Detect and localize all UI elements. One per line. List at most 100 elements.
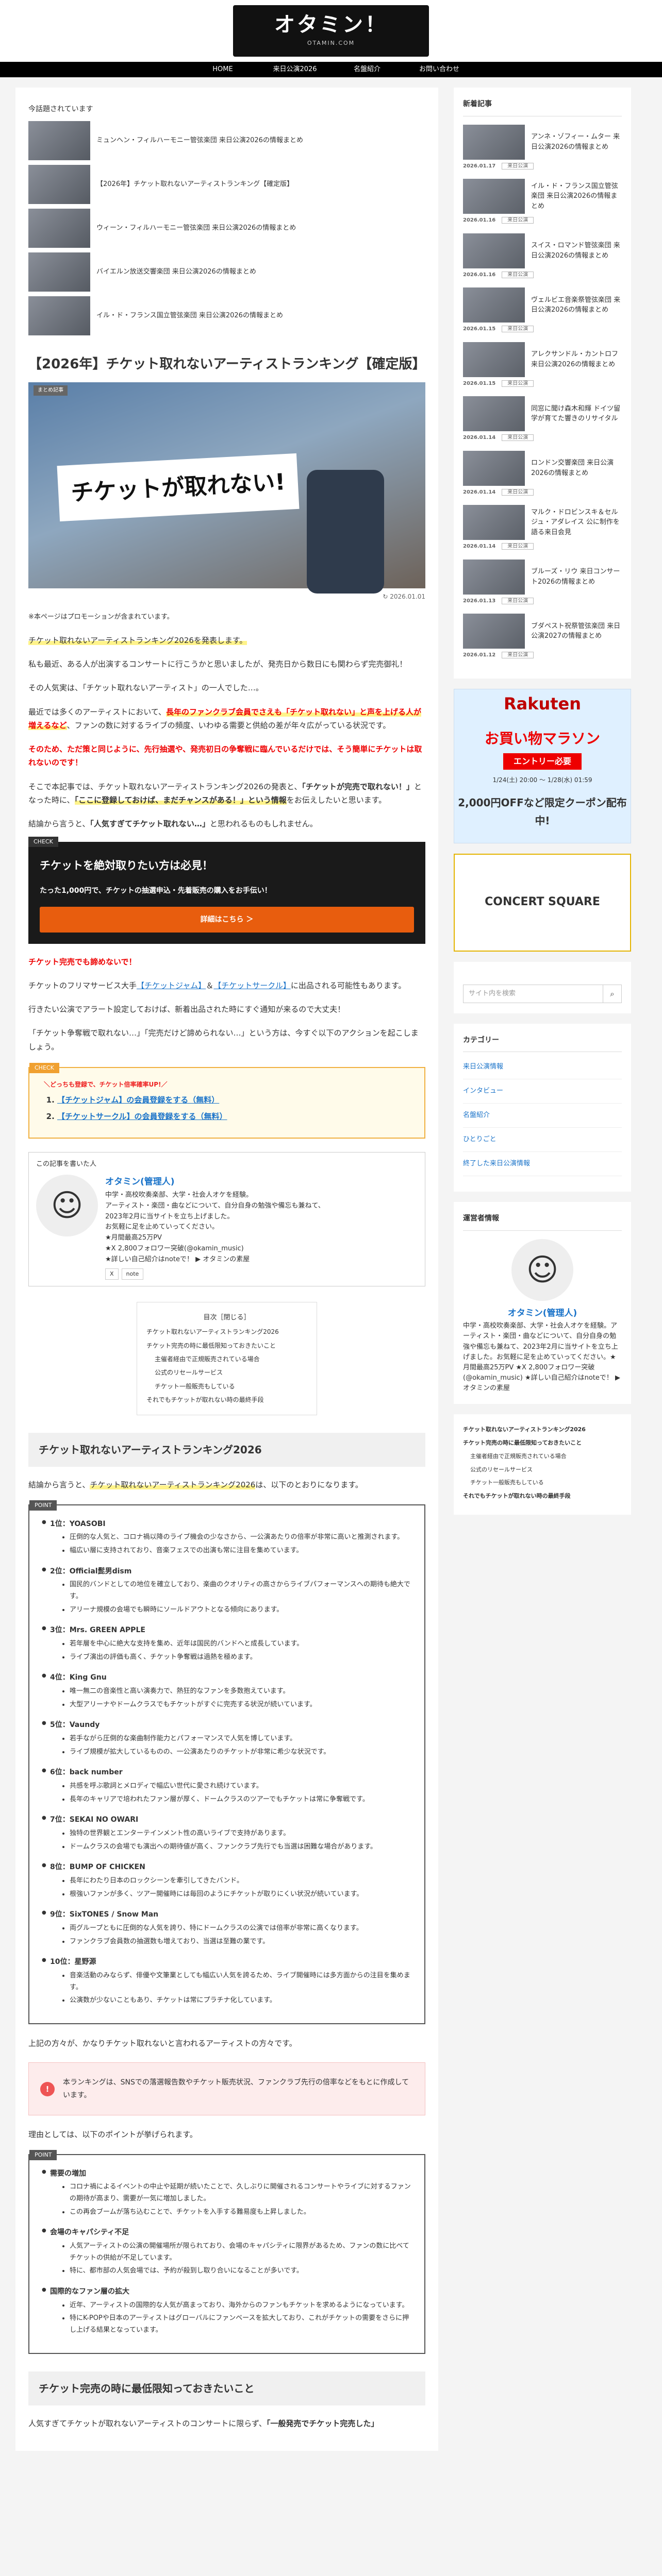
new-post-item[interactable]: アンネ・ゾフィー・ムター 来日公演2026の情報まとめ 2026.01.17 来日公… bbox=[463, 124, 622, 171]
ticketcircle-link[interactable]: 【チケットサークル】 bbox=[213, 981, 291, 990]
toc-item[interactable]: チケット取れないアーティストランキング2026 bbox=[146, 1325, 307, 1338]
sidebar-toc-item[interactable]: それでもチケットが取れない時の最終手段 bbox=[463, 1491, 622, 1501]
new-post-item[interactable]: ヴェルビエ音楽祭管弦楽団 来日公演2026の情報まとめ 2026.01.15 来日公… bbox=[463, 287, 622, 334]
check-item[interactable]: 【チケットサークル】の会員登録をする（無料） bbox=[57, 1110, 410, 1123]
new-post-item[interactable]: スイス・ロマンド管弦楽団 来日公演2026の情報まとめ 2026.01.16 来日公… bbox=[463, 233, 622, 280]
recommend-title[interactable]: バイエルン放送交響楽団 来日公演2026の情報まとめ bbox=[96, 267, 256, 277]
toc-item[interactable]: 公式のリセールサービス bbox=[146, 1366, 307, 1379]
nav-album-reviews[interactable]: 名盤紹介 bbox=[331, 62, 403, 77]
new-post-category[interactable]: 来日公演 bbox=[502, 271, 534, 278]
new-post-title[interactable]: ロンドン交響楽団 来日公演2026の情報まとめ bbox=[531, 458, 622, 478]
para-7: 結論から言うと、「人気すぎてチケット取れない…」と思われるものもしれません。 bbox=[28, 819, 318, 829]
new-post-item[interactable]: アレクサンドル・カントロフ 来日公演2026の情報まとめ 2026.01.15 来日… bbox=[463, 342, 622, 388]
author-line: ★詳しい自己紹介はnoteで！ ▶ オタミンの素屋 bbox=[105, 1255, 250, 1263]
toc-item[interactable]: 主催者経由で正規販売されている場合 bbox=[146, 1352, 307, 1366]
new-post-date: 2026.01.13 bbox=[463, 598, 496, 604]
toc-head[interactable]: 目次［閉じる］ bbox=[146, 1311, 307, 1326]
item-point: ライブ演出の評価も高く、チケット争奪戦は過熱を極めます。 bbox=[70, 1652, 412, 1664]
new-post-category[interactable]: 来日公演 bbox=[502, 488, 534, 496]
author-name[interactable]: オタミン(管理人) bbox=[105, 1175, 325, 1190]
table-of-contents: 目次［閉じる］ チケット取れないアーティストランキング2026 チケット完売の時に… bbox=[137, 1301, 317, 1416]
sidebar-toc-item[interactable]: チケット取れないアーティストランキング2026 bbox=[463, 1425, 622, 1435]
recommend-title[interactable]: 【2026年】チケット取れないアーティストランキング【確定版】 bbox=[96, 179, 293, 190]
new-post-item[interactable]: ロンドン交響楽団 来日公演2026の情報まとめ 2026.01.14 来日公演 bbox=[463, 450, 622, 497]
rakuten-entry: エントリー必要 bbox=[503, 753, 582, 770]
new-post-title[interactable]: アレクサンドル・カントロフ 来日公演2026の情報まとめ bbox=[531, 349, 622, 369]
sidebar-toc-item[interactable]: 公式のリセールサービス bbox=[463, 1465, 622, 1475]
toc-item[interactable]: チケット一般販売もしている bbox=[146, 1380, 307, 1393]
new-post-title[interactable]: ブダペスト祝祭管弦楽団 来日公演2027の情報まとめ bbox=[531, 621, 622, 641]
recommend-label: 今話題されています bbox=[28, 105, 93, 113]
recommend-item[interactable]: イル・ド・フランス国立管弦楽団 来日公演2026の情報まとめ bbox=[28, 296, 425, 335]
search-form[interactable]: サイト内を検索 ⌕ bbox=[463, 984, 622, 1003]
check-item[interactable]: 【チケットジャム】の会員登録をする（無料） bbox=[57, 1093, 410, 1107]
x-icon[interactable]: X bbox=[105, 1268, 119, 1280]
nav-concerts-2026[interactable]: 来日公演2026 bbox=[259, 62, 331, 77]
para-5: そのため、ただ策と同じように、先行抽選や、発売初日の争奪戦に臨んでいるだけでは、… bbox=[28, 744, 422, 768]
nav-contact[interactable]: お問い合わせ bbox=[403, 62, 475, 77]
new-post-title[interactable]: 同窓に聞け森木和輝 ドイツ留学が育てた響きのリサイタル bbox=[531, 404, 622, 424]
new-post-title[interactable]: マルク・ドロビンスキ＆セルジュ・アダレイス 公に制作を語る来日会見 bbox=[531, 507, 622, 538]
sidebar-toc-item[interactable]: チケット一般販売もしている bbox=[463, 1478, 622, 1488]
recommend-item[interactable]: ミュンヘン・フィルハーモニー管弦楽団 来日公演2026の情報まとめ bbox=[28, 121, 425, 160]
points-box: POINT 需要の増加コロナ禍によるイベントの中止や延期が続いたことで、久しぶり… bbox=[28, 2149, 425, 2354]
cta-detail-button[interactable]: 詳細はこちら ＞ bbox=[40, 906, 414, 933]
new-post-thumbnail bbox=[463, 450, 525, 486]
new-post-category[interactable]: 来日公演 bbox=[502, 326, 534, 332]
sidebar-toc-item[interactable]: チケット完売の時に最低限知っておきたいこと bbox=[463, 1438, 622, 1448]
new-post-title[interactable]: スイス・ロマンド管弦楽団 来日公演2026の情報まとめ bbox=[531, 241, 622, 261]
concert-square-ad[interactable]: CONCERT SQUARE bbox=[454, 853, 631, 952]
new-post-title[interactable]: アンネ・ゾフィー・ムター 来日公演2026の情報まとめ bbox=[531, 132, 622, 152]
new-post-title[interactable]: イル・ド・フランス国立管弦楽団 来日公演2026の情報まとめ bbox=[531, 181, 622, 212]
new-post-title[interactable]: ヴェルビエ音楽祭管弦楽団 来日公演2026の情報まとめ bbox=[531, 295, 622, 315]
toc-item[interactable]: チケット完売の時に最低限知っておきたいこと bbox=[146, 1339, 307, 1352]
new-post-item[interactable]: マルク・ドロビンスキ＆セルジュ・アダレイス 公に制作を語る来日会見 2026.01… bbox=[463, 505, 622, 551]
search-icon[interactable]: ⌕ bbox=[603, 985, 621, 1003]
author-box: この記事を書いた人 ☺ オタミン(管理人) 中学・高校吹奏楽部、大学・社会人オケ… bbox=[28, 1152, 425, 1286]
recommend-title[interactable]: ウィーン・フィルハーモニー管弦楽団 来日公演2026の情報まとめ bbox=[96, 223, 296, 233]
recommend-title[interactable]: ミュンヘン・フィルハーモニー管弦楽団 来日公演2026の情報まとめ bbox=[96, 135, 303, 146]
new-post-category[interactable]: 来日公演 bbox=[502, 217, 534, 224]
recommend-title[interactable]: イル・ド・フランス国立管弦楽団 来日公演2026の情報まとめ bbox=[96, 311, 283, 321]
item-title: 9位：SixTONES / Snow Man bbox=[42, 1908, 412, 1921]
site-header: オタミン！ OTAMIN.COM bbox=[0, 0, 662, 62]
pr-note: ※本ページはプロモーションが含まれています。 bbox=[28, 613, 174, 621]
recommend-item[interactable]: ウィーン・フィルハーモニー管弦楽団 来日公演2026の情報まとめ bbox=[28, 208, 425, 248]
new-post-item[interactable]: ブダペスト祝祭管弦楽団 来日公演2027の情報まとめ 2026.01.12 来日公演 bbox=[463, 614, 622, 660]
item-title: 3位：Mrs. GREEN APPLE bbox=[42, 1624, 412, 1637]
author-avatar: ☺ bbox=[36, 1175, 98, 1237]
new-post-category[interactable]: 来日公演 bbox=[502, 652, 534, 658]
category-item[interactable]: ひとりごと bbox=[463, 1133, 622, 1152]
category-item[interactable]: 名盤紹介 bbox=[463, 1109, 622, 1128]
author-line: お気軽に足を止めていってください。 bbox=[105, 1223, 219, 1231]
new-post-item[interactable]: ブルーズ・リウ 来日コンサート2026の情報まとめ 2026.01.13 来日公演 bbox=[463, 559, 622, 606]
recommend-item[interactable]: バイエルン放送交響楽団 来日公演2026の情報まとめ bbox=[28, 252, 425, 292]
profile-name[interactable]: オタミン(管理人) bbox=[463, 1306, 622, 1321]
new-post-category[interactable]: 来日公演 bbox=[502, 597, 534, 604]
ticketjam-link[interactable]: 【チケットジャム】 bbox=[137, 981, 206, 990]
nav-home[interactable]: HOME bbox=[187, 62, 259, 77]
toc-item[interactable]: それでもチケットが取れない時の最終手段 bbox=[146, 1393, 307, 1406]
note-icon[interactable]: note bbox=[121, 1268, 144, 1280]
new-post-category[interactable]: 来日公演 bbox=[502, 434, 534, 441]
site-logo[interactable]: オタミン！ OTAMIN.COM bbox=[233, 5, 429, 57]
recommend-thumbnail bbox=[28, 208, 90, 248]
category-item[interactable]: 来日公演情報 bbox=[463, 1060, 622, 1079]
item-point: 人気アーティストの公演の開催場所が限られており、会場のキャパシティに限界があるた… bbox=[70, 2241, 412, 2264]
new-post-category[interactable]: 来日公演 bbox=[502, 543, 534, 550]
para-9: チケットのフリマサービス大手【チケットジャム】＆【チケットサークル】に出品される… bbox=[28, 980, 406, 990]
new-post-category[interactable]: 来日公演 bbox=[502, 162, 534, 170]
new-post-item[interactable]: 同窓に聞け森木和輝 ドイツ留学が育てた響きのリサイタル 2026.01.14 来日公… bbox=[463, 396, 622, 443]
eyecatch-banner-text: チケットが取れない! bbox=[57, 453, 300, 522]
new-post-category[interactable]: 来日公演 bbox=[502, 380, 534, 387]
new-post-date: 2026.01.17 bbox=[463, 163, 496, 169]
item-point: 近年、アーティストの国際的な人気が高まっており、海外からのファンもチケットを求め… bbox=[70, 2300, 412, 2312]
category-item[interactable]: 終了した来日公演情報 bbox=[463, 1157, 622, 1176]
new-post-item[interactable]: イル・ド・フランス国立管弦楽団 来日公演2026の情報まとめ 2026.01.16… bbox=[463, 179, 622, 225]
search-input[interactable]: サイト内を検索 bbox=[464, 985, 603, 1003]
sidebar-toc-item[interactable]: 主催者経由で正規販売されている場合 bbox=[463, 1451, 622, 1462]
category-item[interactable]: インタビュー bbox=[463, 1084, 622, 1104]
new-post-title[interactable]: ブルーズ・リウ 来日コンサート2026の情報まとめ bbox=[531, 567, 622, 587]
rakuten-ad[interactable]: Rakuten お買い物マラソン エントリー必要 1/24(土) 20:00 ～… bbox=[454, 688, 631, 843]
recommend-item[interactable]: 【2026年】チケット取れないアーティストランキング【確定版】 bbox=[28, 164, 425, 204]
